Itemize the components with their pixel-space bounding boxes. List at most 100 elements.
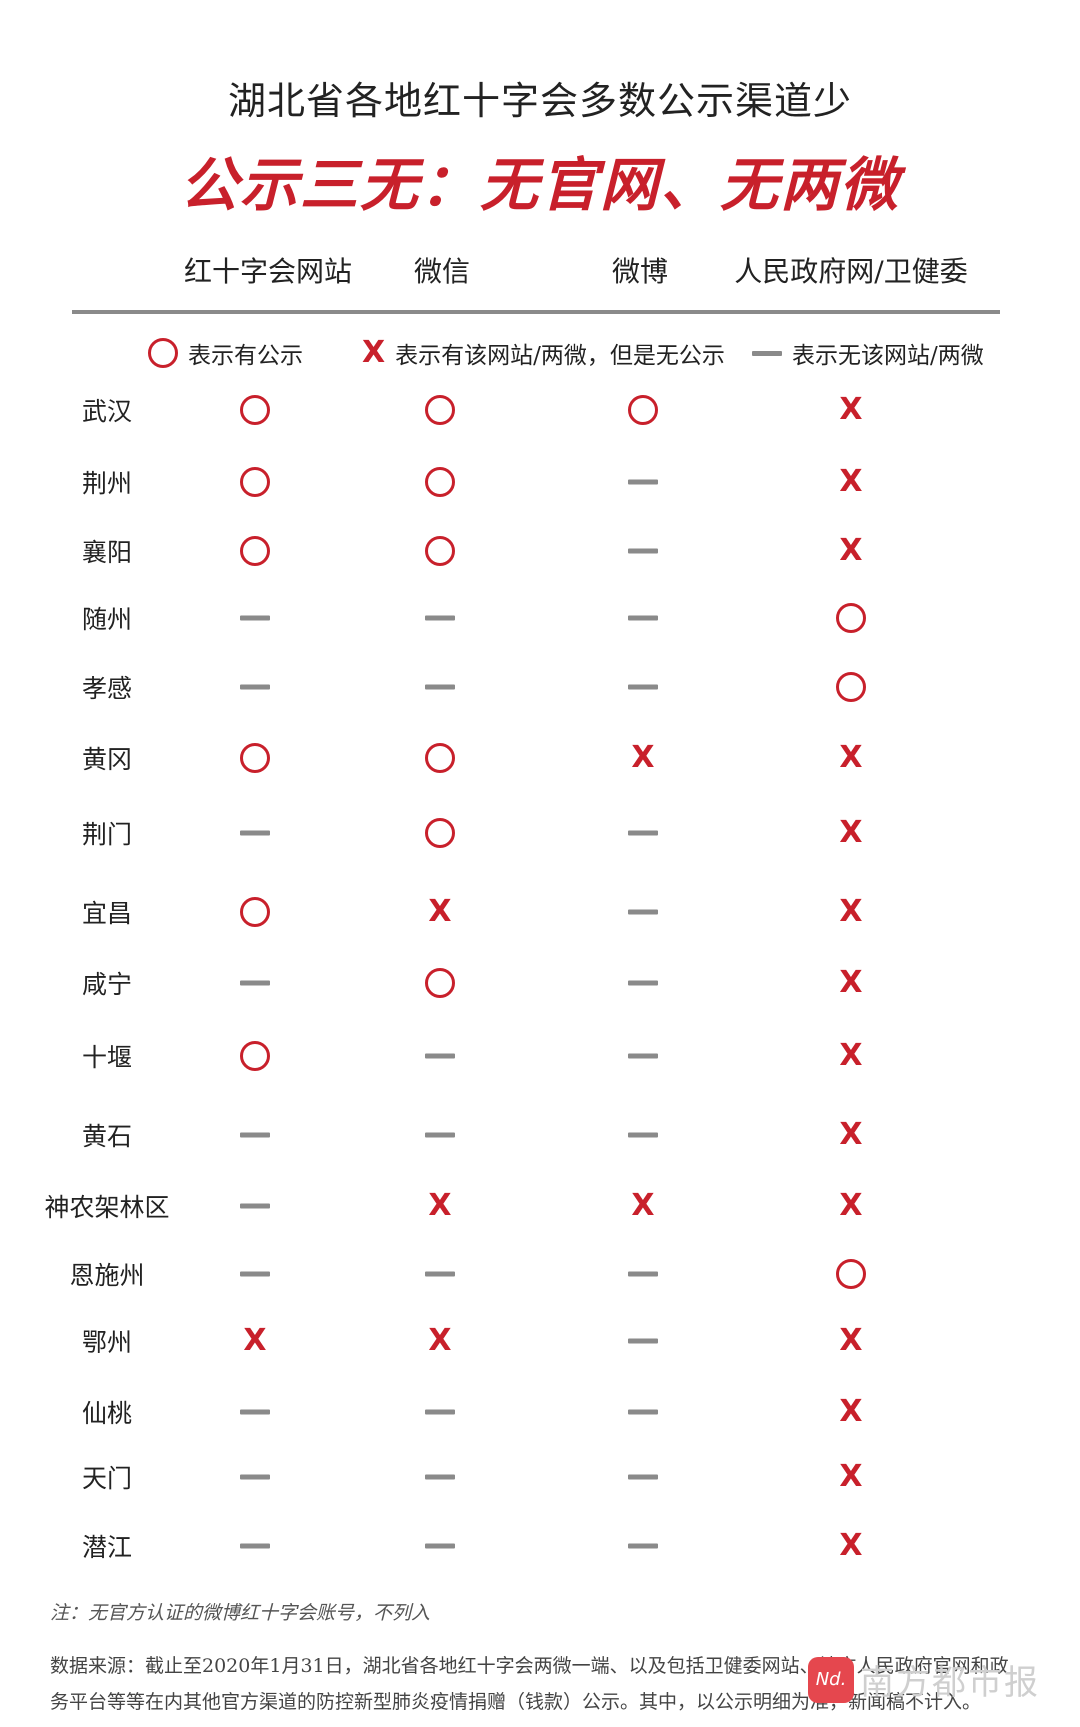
dash-icon xyxy=(628,1338,658,1344)
footnote: 注：无官方认证的微博红十字会账号，不列入 xyxy=(50,1602,431,1624)
dash-icon xyxy=(628,830,658,836)
dash-icon xyxy=(240,615,270,621)
x-icon: X xyxy=(243,1323,267,1358)
dash-icon xyxy=(240,684,270,690)
dash-icon xyxy=(425,1053,455,1059)
x-icon: X xyxy=(839,965,863,1000)
row-label: 荆门 xyxy=(81,820,133,849)
dash-icon xyxy=(628,615,658,621)
legend-dash-label: 表示无该网站/两微 xyxy=(792,343,984,369)
dash-icon xyxy=(240,1271,270,1277)
row-label: 潜江 xyxy=(81,1533,133,1562)
circle-icon xyxy=(240,1041,270,1071)
dash-icon xyxy=(240,1409,270,1415)
dash-icon xyxy=(628,1132,658,1138)
column-header-weibo: 微博 xyxy=(611,255,669,288)
circle-icon xyxy=(836,1259,866,1289)
row-label: 恩施州 xyxy=(69,1261,145,1290)
x-icon: X xyxy=(428,894,452,929)
dash-icon xyxy=(240,980,270,986)
row-label: 宜昌 xyxy=(81,899,133,928)
row-label: 黄冈 xyxy=(81,745,133,774)
circle-icon xyxy=(425,968,455,998)
legend-x-label: 表示有该网站/两微，但是无公示 xyxy=(395,343,725,369)
x-icon: X xyxy=(631,740,655,775)
x-icon: X xyxy=(839,815,863,850)
dash-icon xyxy=(628,479,658,485)
legend-dash: 表示无该网站/两微 xyxy=(752,336,984,370)
row-label: 天门 xyxy=(81,1464,133,1493)
dash-icon xyxy=(752,350,782,356)
circle-icon xyxy=(836,603,866,633)
x-icon: X xyxy=(631,1188,655,1223)
column-header-government: 人民政府网/卫健委 xyxy=(734,255,968,288)
dash-icon xyxy=(628,1543,658,1549)
x-icon: X xyxy=(362,335,386,370)
row-label: 武汉 xyxy=(81,397,133,426)
circle-icon xyxy=(425,818,455,848)
watermark-text: 南方都市报 xyxy=(860,1663,1040,1703)
dash-icon xyxy=(425,1543,455,1549)
legend-circle-label: 表示有公示 xyxy=(188,343,303,369)
dash-icon xyxy=(628,548,658,554)
circle-icon xyxy=(628,395,658,425)
dash-icon xyxy=(425,684,455,690)
dash-icon xyxy=(425,1409,455,1415)
dash-icon xyxy=(628,1474,658,1480)
column-header-wechat: 微信 xyxy=(413,255,471,288)
dash-icon xyxy=(240,1132,270,1138)
x-icon: X xyxy=(839,1038,863,1073)
dash-icon xyxy=(628,909,658,915)
circle-icon xyxy=(148,338,178,368)
dash-icon xyxy=(628,684,658,690)
circle-icon xyxy=(240,467,270,497)
x-icon: X xyxy=(839,1459,863,1494)
row-label: 仙桃 xyxy=(81,1399,133,1428)
x-icon: X xyxy=(839,894,863,929)
dash-icon xyxy=(240,1203,270,1209)
column-header-red-cross-site: 红十字会网站 xyxy=(183,255,353,288)
dash-icon xyxy=(240,1543,270,1549)
legend-circle: 表示有公示 xyxy=(148,336,303,370)
row-label: 孝感 xyxy=(81,674,133,703)
dash-icon xyxy=(240,830,270,836)
x-icon: X xyxy=(839,1117,863,1152)
row-label: 鄂州 xyxy=(81,1328,133,1357)
dash-icon xyxy=(425,615,455,621)
x-icon: X xyxy=(839,1323,863,1358)
row-label: 襄阳 xyxy=(81,538,133,567)
dash-icon xyxy=(425,1271,455,1277)
circle-icon xyxy=(240,536,270,566)
x-icon: X xyxy=(839,392,863,427)
dash-icon xyxy=(240,1474,270,1480)
page-title: 湖北省各地红十字会多数公示渠道少 xyxy=(227,79,852,123)
x-icon: X xyxy=(428,1323,452,1358)
x-icon: X xyxy=(839,1394,863,1429)
row-label: 随州 xyxy=(81,605,133,634)
x-icon: X xyxy=(428,1188,452,1223)
dash-icon xyxy=(425,1474,455,1480)
watermark: Nd. 南方都市报 xyxy=(808,1655,1040,1704)
row-label: 神农架林区 xyxy=(44,1193,170,1222)
circle-icon xyxy=(425,467,455,497)
circle-icon xyxy=(240,395,270,425)
row-label: 十堰 xyxy=(81,1043,133,1072)
x-icon: X xyxy=(839,533,863,568)
header-divider xyxy=(72,310,1000,314)
x-icon: X xyxy=(839,1528,863,1563)
dash-icon xyxy=(628,980,658,986)
watermark-logo: Nd. xyxy=(808,1656,854,1703)
circle-icon xyxy=(425,395,455,425)
x-icon: X xyxy=(839,740,863,775)
x-icon: X xyxy=(839,464,863,499)
circle-icon xyxy=(425,536,455,566)
x-icon: X xyxy=(839,1188,863,1223)
page-subtitle: 公示三无：无官网、无两微 xyxy=(179,151,900,219)
dash-icon xyxy=(425,1132,455,1138)
circle-icon xyxy=(425,743,455,773)
row-label: 荆州 xyxy=(81,469,133,498)
legend-x: X 表示有该网站/两微，但是无公示 xyxy=(362,336,725,370)
circle-icon xyxy=(240,743,270,773)
circle-icon xyxy=(836,672,866,702)
circle-icon xyxy=(240,897,270,927)
